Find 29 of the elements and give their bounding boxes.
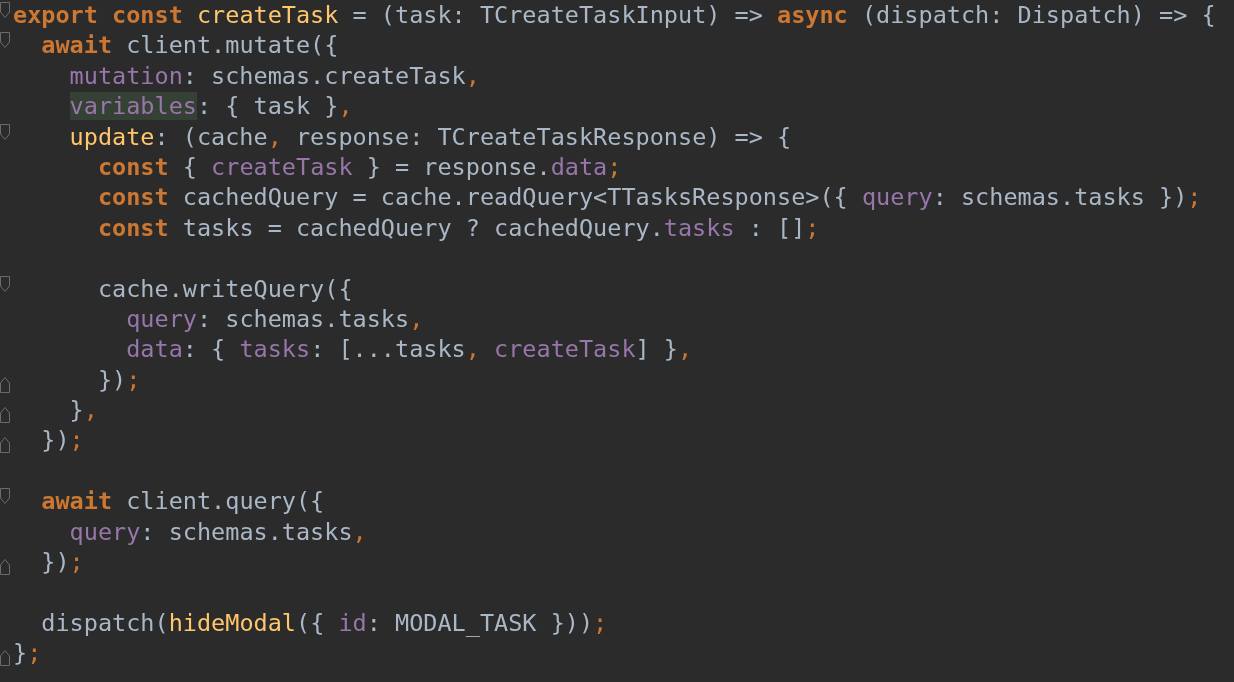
- fold-marker-icon[interactable]: [0, 407, 10, 424]
- code-line: const cachedQuery = cache.readQuery<TTasksResponse>({ query: schemas.tasks });: [97, 182, 1202, 213]
- fold-marker-icon[interactable]: [0, 488, 10, 505]
- code-line: cache.writeQuery({: [97, 273, 353, 304]
- fold-marker-icon[interactable]: [0, 650, 10, 667]
- fold-marker-icon[interactable]: [0, 437, 10, 454]
- code-line: mutation: schemas.createTask,: [69, 60, 480, 92]
- fold-marker-icon[interactable]: [0, 275, 10, 292]
- code-line: query: schemas.tasks,: [69, 516, 367, 548]
- code-line: },: [69, 395, 98, 426]
- fold-marker-icon[interactable]: [0, 376, 10, 393]
- code-line: export const createTask = (task: TCreateTaskInput) => async (dispatch: Dispatch) => {: [13, 0, 1216, 31]
- code-line: };: [13, 638, 42, 669]
- code-line: });: [97, 364, 141, 396]
- fold-marker-icon[interactable]: [0, 123, 10, 140]
- code-line: dispatch(hideModal({ id: MODAL_TASK }));: [41, 607, 608, 639]
- code-line: variables: { task },: [69, 91, 353, 122]
- code-line: await client.mutate({: [41, 30, 339, 61]
- code-line: });: [41, 547, 84, 578]
- code-line: });: [41, 425, 84, 456]
- code-line: data: { tasks: [...tasks, createTask] },: [126, 334, 693, 365]
- fold-marker-icon[interactable]: [0, 559, 10, 576]
- fold-marker-icon[interactable]: [0, 32, 10, 49]
- code-line: update: (cache, response: TCreateTaskResponse) => {: [69, 121, 792, 152]
- code-line: const { createTask } = response.data;: [97, 151, 622, 183]
- code-line: await client.query({: [41, 486, 325, 517]
- code-line: const tasks = cachedQuery ? cachedQuery.tasks : [];: [97, 212, 820, 244]
- fold-marker-icon[interactable]: [0, 2, 10, 18]
- code-line: query: schemas.tasks,: [126, 303, 424, 335]
